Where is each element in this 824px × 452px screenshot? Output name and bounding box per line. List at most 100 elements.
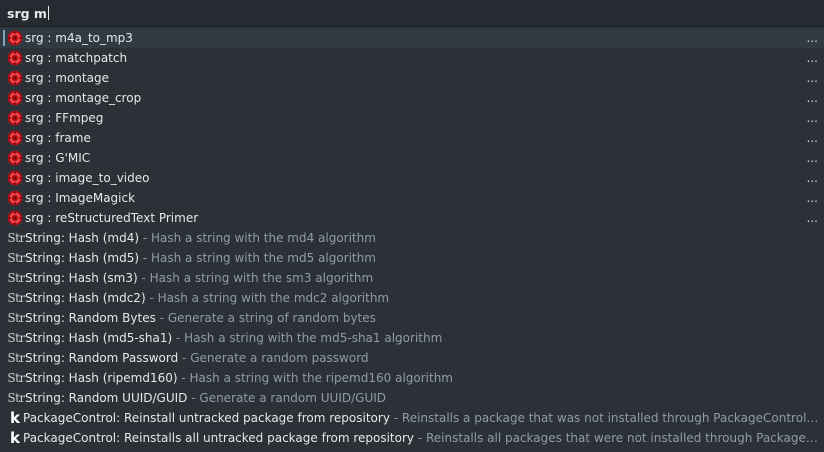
list-item-string[interactable]: Str String: Random Bytes - Generate a str… — [0, 308, 824, 328]
list-item-string[interactable]: Str String: Random UUID/GUID - Generate a… — [0, 388, 824, 408]
item-title: String: Hash (mdc2) — [25, 291, 146, 305]
string-icon: Str — [7, 351, 25, 365]
list-item-srg[interactable]: srg : reStructuredText Primer... — [0, 208, 824, 228]
string-icon: Str — [7, 371, 25, 385]
string-icon: Str — [7, 231, 25, 245]
item-separator: - — [139, 251, 151, 265]
item-title: String: Hash (md5) — [25, 251, 140, 265]
srg-icon — [7, 30, 23, 46]
item-description: Hash a string with the md5 algorithm — [151, 251, 376, 265]
list-item-srg[interactable]: srg : frame... — [0, 128, 824, 148]
srg-icon — [7, 190, 23, 206]
more-options-button[interactable]: ... — [807, 68, 818, 88]
item-description: Hash a string with the ripemd160 algorit… — [189, 371, 453, 385]
list-item-srg[interactable]: srg : m4a_to_mp3... — [0, 28, 824, 48]
item-separator: - — [389, 411, 402, 425]
string-icon: Str — [7, 391, 25, 405]
item-title: String: Hash (ripemd160) — [25, 371, 178, 385]
item-description: Hash a string with the sm3 algorithm — [149, 271, 374, 285]
srg-icon — [7, 90, 23, 106]
search-input[interactable]: srg m — [7, 6, 47, 21]
list-item-string[interactable]: Str String: Hash (md4) - Hash a string wi… — [0, 228, 824, 248]
srg-icon — [7, 50, 23, 66]
item-title: PackageControl: Reinstall untracked pack… — [23, 411, 390, 425]
item-separator: - — [145, 291, 158, 305]
list-item-package[interactable]: k PackageControl: Reinstall untracked pac… — [0, 408, 824, 428]
string-icon: Str — [7, 271, 25, 285]
item-title: String: Random Bytes — [25, 311, 156, 325]
more-options-button[interactable]: ... — [807, 48, 818, 68]
more-options-button[interactable]: ... — [807, 108, 818, 128]
item-description: Generate a string of random bytes — [167, 311, 376, 325]
item-description: Hash a string with the mdc2 algorithm — [157, 291, 390, 305]
list-item-package[interactable]: k PackageControl: Reinstalls all untracke… — [0, 428, 824, 448]
item-separator: - — [139, 231, 151, 245]
srg-icon — [7, 210, 23, 226]
item-separator: - — [177, 371, 190, 385]
results-list: srg : m4a_to_mp3... srg : matchpatch... sr… — [0, 28, 824, 448]
item-title: PackageControl: Reinstalls all untracked… — [23, 431, 415, 445]
item-description: Reinstalls a package that was not instal… — [401, 411, 820, 425]
item-description: Hash a string with the md5-sha1 algorith… — [184, 331, 443, 345]
item-title: srg : matchpatch — [25, 51, 128, 65]
item-title: String: Hash (md4) — [25, 231, 140, 245]
item-description: Hash a string with the md4 algorithm — [151, 231, 376, 245]
text-cursor — [47, 6, 49, 20]
list-item-srg[interactable]: srg : montage... — [0, 68, 824, 88]
srg-icon — [7, 110, 23, 126]
list-item-string[interactable]: Str String: Random Password - Generate a … — [0, 348, 824, 368]
more-options-button[interactable]: ... — [807, 148, 818, 168]
item-separator: - — [155, 311, 168, 325]
list-item-string[interactable]: Str String: Hash (md5-sha1) - Hash a stri… — [0, 328, 824, 348]
item-separator: - — [178, 351, 191, 365]
command-palette: srg m srg : m4a_to_mp3... srg : matchpatc… — [0, 0, 824, 452]
item-title: String: Random Password — [25, 351, 179, 365]
more-options-button[interactable]: ... — [807, 188, 818, 208]
item-title: String: Random UUID/GUID — [25, 391, 188, 405]
item-title: String: Hash (md5-sha1) — [25, 331, 173, 345]
item-separator: - — [137, 271, 150, 285]
srg-icon — [7, 70, 23, 86]
more-options-button[interactable]: ... — [807, 88, 818, 108]
list-item-string[interactable]: Str String: Hash (ripemd160) - Hash a str… — [0, 368, 824, 388]
item-description: Reinstalls all packages that were not in… — [425, 431, 820, 445]
more-options-button[interactable]: ... — [807, 28, 818, 48]
item-title: srg : m4a_to_mp3 — [25, 31, 133, 45]
list-item-srg[interactable]: srg : image_to_video... — [0, 168, 824, 188]
list-item-string[interactable]: Str String: Hash (sm3) - Hash a string wi… — [0, 268, 824, 288]
list-item-string[interactable]: Str String: Hash (mdc2) - Hash a string w… — [0, 288, 824, 308]
list-item-string[interactable]: Str String: Hash (md5) - Hash a string wi… — [0, 248, 824, 268]
item-separator: - — [414, 431, 426, 445]
item-title: srg : FFmpeg — [25, 111, 104, 125]
item-title: srg : montage_crop — [25, 91, 142, 105]
srg-icon — [7, 150, 23, 166]
list-item-srg[interactable]: srg : matchpatch... — [0, 48, 824, 68]
item-description: Generate a random UUID/GUID — [199, 391, 387, 405]
item-title: String: Hash (sm3) — [25, 271, 138, 285]
srg-icon — [7, 130, 23, 146]
list-item-srg[interactable]: srg : FFmpeg... — [0, 108, 824, 128]
item-separator: - — [187, 391, 200, 405]
list-item-srg[interactable]: srg : G'MIC... — [0, 148, 824, 168]
more-options-button[interactable]: ... — [807, 128, 818, 148]
string-icon: Str — [7, 251, 25, 265]
string-icon: Str — [7, 291, 25, 305]
item-title: srg : image_to_video — [25, 171, 150, 185]
package-control-icon: k — [10, 429, 20, 447]
string-icon: Str — [7, 331, 25, 345]
package-control-icon: k — [10, 409, 20, 427]
item-title: srg : ImageMagick — [25, 191, 136, 205]
list-item-srg[interactable]: srg : montage_crop... — [0, 88, 824, 108]
item-title: srg : frame — [25, 131, 91, 145]
more-options-button[interactable]: ... — [807, 168, 818, 188]
item-title: srg : reStructuredText Primer — [25, 211, 199, 225]
item-title: srg : G'MIC — [25, 151, 91, 165]
item-separator: - — [172, 331, 185, 345]
search-bar[interactable]: srg m — [0, 0, 824, 27]
item-title: srg : montage — [25, 71, 109, 85]
item-description: Generate a random password — [190, 351, 369, 365]
more-options-button[interactable]: ... — [807, 208, 818, 228]
string-icon: Str — [7, 311, 25, 325]
srg-icon — [7, 170, 23, 186]
list-item-srg[interactable]: srg : ImageMagick... — [0, 188, 824, 208]
